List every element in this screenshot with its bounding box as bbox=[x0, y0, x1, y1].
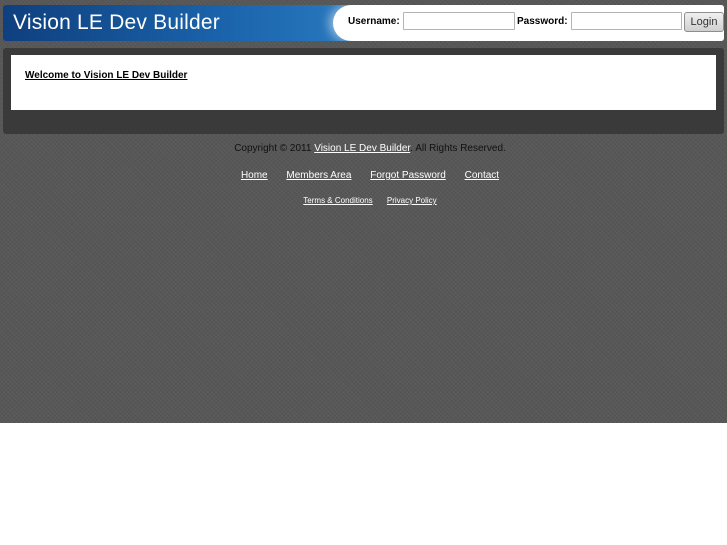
footer-link-home[interactable]: Home bbox=[241, 170, 268, 181]
login-panel: Username: Password: Login bbox=[333, 5, 724, 41]
footer-link-contact[interactable]: Contact bbox=[465, 170, 499, 181]
footer-link-forgot-password[interactable]: Forgot Password bbox=[370, 170, 446, 181]
site-header: Vision LE Dev Builder Username: Password… bbox=[3, 5, 724, 41]
copyright-suffix: . All Rights Reserved. bbox=[410, 143, 506, 154]
footer-link-privacy[interactable]: Privacy Policy bbox=[387, 196, 437, 205]
username-label: Username: bbox=[348, 16, 400, 27]
footer-link-members-area[interactable]: Members Area bbox=[286, 170, 351, 181]
welcome-link[interactable]: Welcome to Vision LE Dev Builder bbox=[25, 70, 187, 81]
footer-legal: Terms & Conditions Privacy Policy bbox=[0, 196, 727, 205]
copyright-text: Copyright © 2011 bbox=[234, 143, 312, 154]
site-title: Vision LE Dev Builder bbox=[13, 11, 220, 34]
footer-link-terms[interactable]: Terms & Conditions bbox=[303, 196, 372, 205]
content-frame: Welcome to Vision LE Dev Builder bbox=[3, 48, 724, 134]
copyright-site-link[interactable]: Vision LE Dev Builder bbox=[314, 143, 410, 154]
password-label: Password: bbox=[517, 16, 568, 27]
username-input[interactable] bbox=[403, 12, 515, 30]
content-box: Welcome to Vision LE Dev Builder bbox=[11, 55, 716, 110]
password-input[interactable] bbox=[571, 12, 682, 30]
footer-copyright: Copyright © 2011 Vision LE Dev Builder. … bbox=[0, 143, 727, 154]
login-button[interactable]: Login bbox=[684, 12, 724, 32]
footer-nav: Home Members Area Forgot Password Contac… bbox=[0, 170, 727, 181]
